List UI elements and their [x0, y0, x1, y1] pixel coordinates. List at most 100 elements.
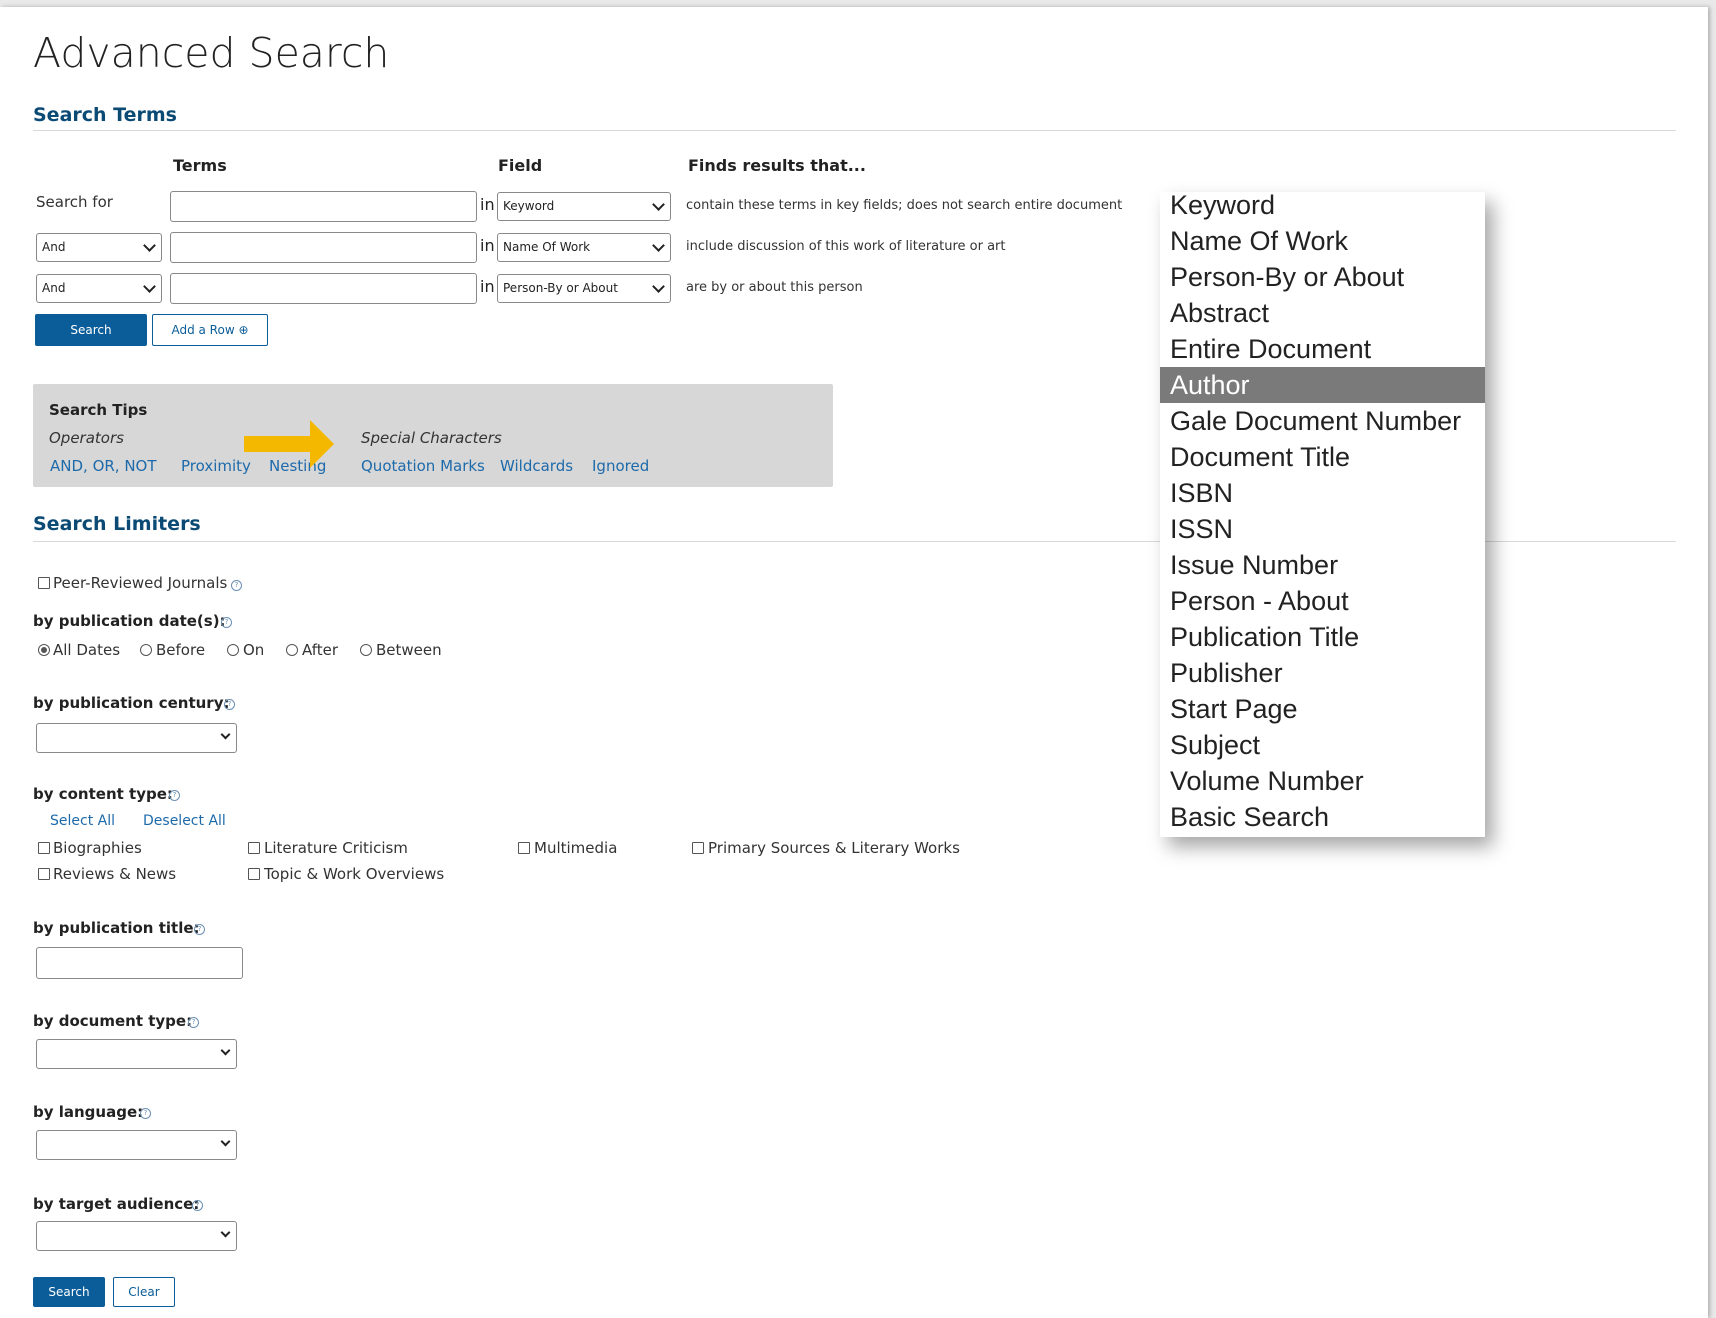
finds-column-header: Finds results that...	[688, 156, 866, 175]
tip-link-proximity[interactable]: Proximity	[181, 457, 251, 475]
search-terms-heading: Search Terms	[33, 104, 177, 126]
content-type-label: by content type:	[33, 785, 173, 803]
dropdown-option-highlighted[interactable]: Author	[1160, 367, 1485, 403]
century-select[interactable]	[36, 723, 237, 753]
chevron-down-icon	[652, 198, 665, 211]
field-select-value: Name Of Work	[503, 240, 591, 254]
radio-label: After	[302, 641, 339, 659]
tip-link-quotation-marks[interactable]: Quotation Marks	[361, 457, 485, 475]
tip-link-ignored[interactable]: Ignored	[592, 457, 649, 475]
help-icon[interactable]: ?	[231, 580, 242, 591]
page-title: Advanced Search	[33, 29, 390, 77]
radio-on[interactable]	[227, 644, 239, 656]
pub-title-input[interactable]	[36, 947, 243, 979]
dropdown-option[interactable]: Person-By or About	[1160, 259, 1485, 295]
dropdown-option[interactable]: Publisher	[1160, 655, 1485, 691]
dropdown-option[interactable]: Person - About	[1160, 583, 1485, 619]
dropdown-option[interactable]: Basic Search	[1160, 799, 1485, 835]
row-description: contain these terms in key fields; does …	[686, 198, 1123, 213]
content-type-checkbox[interactable]	[38, 868, 50, 880]
divider	[33, 130, 1676, 131]
clear-button[interactable]: Clear	[113, 1277, 175, 1307]
search-term-input-3[interactable]	[170, 273, 477, 304]
dropdown-option[interactable]: Keyword	[1160, 192, 1485, 223]
search-limiters-heading: Search Limiters	[33, 513, 201, 535]
help-icon[interactable]: ?	[169, 790, 180, 801]
arrow-right-icon	[244, 420, 334, 468]
help-icon[interactable]: ?	[194, 924, 205, 935]
dropdown-option[interactable]: Name Of Work	[1160, 223, 1485, 259]
tip-link-wildcards[interactable]: Wildcards	[500, 457, 573, 475]
terms-column-header: Terms	[173, 156, 227, 175]
operator-select-3[interactable]: And	[36, 274, 162, 303]
dropdown-option[interactable]: Entire Document	[1160, 331, 1485, 367]
row-description: are by or about this person	[686, 280, 863, 295]
doc-type-select[interactable]	[36, 1039, 237, 1069]
field-select-3[interactable]: Person-By or About	[497, 274, 671, 303]
peer-reviewed-checkbox[interactable]	[38, 577, 50, 589]
radio-between[interactable]	[360, 644, 372, 656]
content-type-checkbox[interactable]	[248, 842, 260, 854]
in-label: in	[480, 195, 495, 214]
content-type-label-item: Literature Criticism	[264, 839, 408, 857]
content-type-label-item: Primary Sources & Literary Works	[708, 839, 960, 857]
deselect-all-link[interactable]: Deselect All	[143, 813, 226, 829]
operator-select-value: And	[42, 240, 66, 254]
help-icon[interactable]: ?	[192, 1200, 203, 1211]
dropdown-option[interactable]: Volume Number	[1160, 763, 1485, 799]
chevron-down-icon	[143, 280, 156, 293]
in-label: in	[480, 277, 495, 296]
pub-title-label: by publication title:	[33, 919, 200, 937]
dropdown-option[interactable]: ISSN	[1160, 511, 1485, 547]
help-icon[interactable]: ?	[140, 1108, 151, 1119]
content-type-label-item: Multimedia	[534, 839, 618, 857]
language-label: by language:	[33, 1103, 144, 1121]
content-type-label-item: Reviews & News	[53, 865, 177, 883]
radio-after[interactable]	[286, 644, 298, 656]
advanced-search-page: Advanced Search Search Terms Terms Field…	[0, 7, 1708, 1318]
help-icon[interactable]: ?	[224, 699, 235, 710]
field-select-value: Keyword	[503, 199, 555, 213]
dropdown-option[interactable]: Abstract	[1160, 295, 1485, 331]
field-select-1[interactable]: Keyword	[497, 192, 671, 221]
content-type-checkbox[interactable]	[38, 842, 50, 854]
pub-dates-label: by publication date(s):	[33, 612, 226, 630]
field-dropdown-list[interactable]: Keyword Name Of Work Person-By or About …	[1160, 192, 1485, 837]
chevron-down-icon	[652, 239, 665, 252]
help-icon[interactable]: ?	[221, 617, 232, 628]
doc-type-label: by document type:	[33, 1012, 193, 1030]
in-label: in	[480, 236, 495, 255]
radio-all-dates[interactable]	[38, 644, 50, 656]
help-icon[interactable]: ?	[188, 1017, 199, 1028]
peer-reviewed-label: Peer-Reviewed Journals	[53, 574, 228, 592]
field-column-header: Field	[498, 156, 543, 175]
operators-label: Operators	[49, 429, 124, 447]
radio-before[interactable]	[140, 644, 152, 656]
content-type-checkbox[interactable]	[518, 842, 530, 854]
dropdown-option[interactable]: Subject	[1160, 727, 1485, 763]
search-term-input-2[interactable]	[170, 232, 477, 263]
language-select[interactable]	[36, 1130, 237, 1160]
search-button[interactable]: Search	[35, 314, 147, 346]
tip-link-and-or-not[interactable]: AND, OR, NOT	[50, 457, 157, 475]
select-all-link[interactable]: Select All	[50, 813, 115, 829]
dropdown-option[interactable]: Publication Title	[1160, 619, 1485, 655]
radio-label: Before	[156, 641, 206, 659]
bottom-search-button[interactable]: Search	[33, 1277, 105, 1307]
dropdown-option[interactable]: Start Page	[1160, 691, 1485, 727]
radio-label: All Dates	[53, 641, 121, 659]
audience-select[interactable]	[36, 1221, 237, 1251]
dropdown-option[interactable]: Issue Number	[1160, 547, 1485, 583]
dropdown-option[interactable]: Gale Document Number	[1160, 403, 1485, 439]
add-row-button[interactable]: Add a Row ⊕	[152, 314, 268, 346]
operator-select-value: And	[42, 281, 66, 295]
operator-select-2[interactable]: And	[36, 233, 162, 262]
search-term-input-1[interactable]	[170, 191, 477, 222]
radio-label: Between	[376, 641, 442, 659]
content-type-checkbox[interactable]	[692, 842, 704, 854]
dropdown-option[interactable]: Document Title	[1160, 439, 1485, 475]
field-select-value: Person-By or About	[503, 281, 618, 295]
content-type-checkbox[interactable]	[248, 868, 260, 880]
field-select-2[interactable]: Name Of Work	[497, 233, 671, 262]
dropdown-option[interactable]: ISBN	[1160, 475, 1485, 511]
